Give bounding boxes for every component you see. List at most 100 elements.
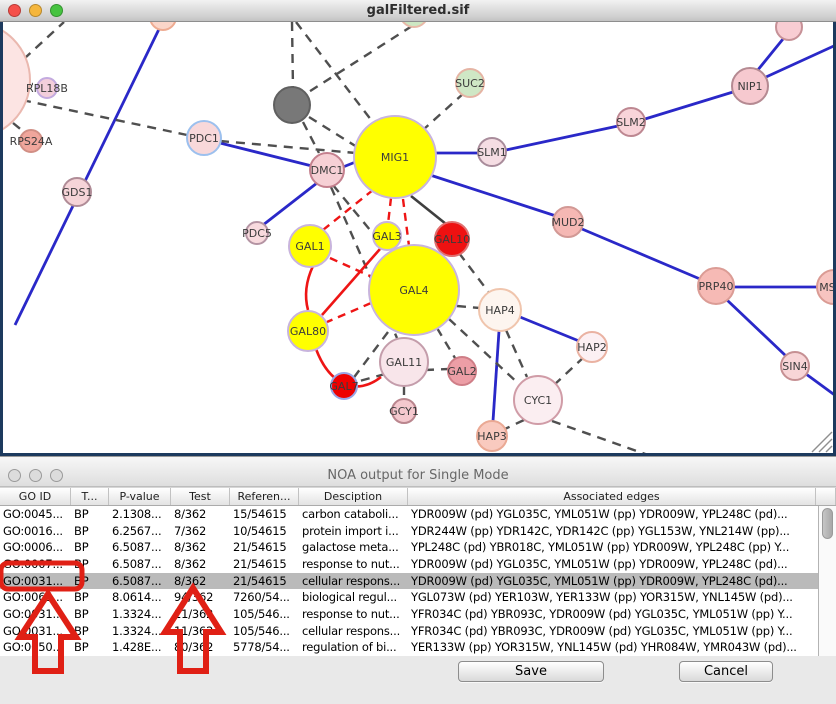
cell-description: biological regul... [299, 589, 408, 606]
column-header-edges[interactable]: Associated edges [408, 488, 816, 505]
noa-window-titlebar[interactable]: NOA output for Single Mode [0, 457, 836, 487]
node-GAL3[interactable]: GAL3 [372, 222, 401, 250]
cell-p_value: 1.3324... [109, 623, 171, 640]
edge-pd[interactable] [437, 328, 455, 358]
node-pink-topleft[interactable] [150, 22, 176, 30]
node-gray-node[interactable] [274, 87, 310, 123]
node-GDS1[interactable]: GDS1 [62, 178, 93, 206]
node-GAL7[interactable]: GAL7 [329, 373, 358, 399]
table-row[interactable]: GO:0045...BP2.1308...8/36215/54615carbon… [0, 506, 818, 523]
node-GAL80[interactable]: GAL80 [288, 311, 328, 351]
edge-pd[interactable] [22, 100, 187, 135]
node-GAL11[interactable]: GAL11 [380, 338, 428, 386]
node-GCY1[interactable]: GCY1 [389, 399, 419, 423]
table-row[interactable]: GO:0031...BP6.5087...8/36221/54615cellul… [0, 573, 818, 590]
node-SLM2[interactable]: SLM2 [616, 108, 646, 136]
node-label: MSL1 [819, 281, 836, 294]
cell-reference: 105/546... [230, 606, 299, 623]
edge-pd[interactable] [309, 117, 357, 147]
node-MSL1[interactable]: MSL1 [817, 270, 836, 304]
table-scrollbar-thumb[interactable] [822, 508, 833, 539]
edge-redd[interactable] [327, 303, 371, 322]
edge-pd[interactable] [13, 123, 24, 132]
edge-redd[interactable] [403, 199, 409, 246]
table-scrollbar[interactable] [818, 506, 836, 656]
table-row[interactable]: GO:0016...BP6.2567...7/36210/54615protei… [0, 523, 818, 540]
edge-pp[interactable] [506, 126, 618, 150]
edge-pp[interactable] [15, 25, 161, 325]
cell-type: BP [71, 589, 109, 606]
node-pink-topright[interactable] [776, 22, 802, 40]
edge-pd[interactable] [304, 26, 412, 95]
edge-pd[interactable] [506, 330, 527, 377]
node-PRP40[interactable]: PRP40 [698, 268, 734, 304]
network-window-titlebar[interactable]: galFiltered.sif [0, 0, 836, 22]
edge-pd[interactable] [457, 306, 480, 308]
node-green-top[interactable] [400, 22, 428, 27]
noa-output-window: NOA output for Single Mode GO IDT...P-va… [0, 456, 836, 704]
edge-red[interactable] [306, 266, 313, 310]
cell-test: 8/362 [171, 556, 230, 573]
table-row[interactable]: GO:0031...BP1.3324...11/362105/546...cel… [0, 623, 818, 640]
resize-grip-icon[interactable] [812, 432, 832, 452]
edge-pp[interactable] [493, 331, 499, 421]
edge-pp[interactable] [263, 183, 317, 225]
edge-pd[interactable] [425, 369, 449, 370]
column-header-go_id[interactable]: GO ID [0, 488, 71, 505]
network-canvas[interactable]: RPL18B RPS24A GDS1 PDC1 DMC1 MIG1 PDC5 SUC2 SLM1… [0, 22, 836, 456]
edge-pd[interactable] [292, 22, 293, 89]
node-GAL4[interactable]: GAL4 [369, 245, 459, 335]
node-GAL2[interactable]: GAL2 [447, 357, 476, 385]
node-HAP3[interactable]: HAP3 [477, 421, 507, 451]
node-SLM1[interactable]: SLM1 [477, 138, 507, 166]
edge-pp[interactable] [582, 229, 700, 279]
node-big-left[interactable] [0, 22, 30, 138]
column-header-p_value[interactable]: P-value [109, 488, 171, 505]
save-button[interactable]: Save [458, 661, 604, 682]
node-HAP4[interactable]: HAP4 [479, 289, 521, 331]
node-RPL18B[interactable]: RPL18B [26, 78, 68, 98]
node-CYC1[interactable]: CYC1 [514, 376, 562, 424]
column-header-reference[interactable]: Referen... [230, 488, 299, 505]
node-GAL10[interactable]: GAL10 [434, 222, 470, 256]
edge-pp[interactable] [520, 317, 579, 341]
node-DMC1[interactable]: DMC1 [310, 153, 344, 187]
table-row[interactable]: GO:0065...BP8.0614...94/3627260/54...bio… [0, 589, 818, 606]
node-SUC2[interactable]: SUC2 [455, 69, 485, 97]
node-SIN4[interactable]: SIN4 [781, 352, 809, 380]
cancel-button[interactable]: Cancel [679, 661, 773, 682]
edge-redd[interactable] [388, 198, 391, 224]
node-PDC5[interactable]: PDC5 [242, 222, 272, 244]
edge-pp[interactable] [806, 374, 836, 396]
edge-dark[interactable] [411, 196, 446, 224]
column-header-description[interactable]: Desciption [299, 488, 408, 505]
edge-pp[interactable] [220, 143, 312, 166]
table-row[interactable]: GO:0006...BP6.5087...8/36221/54615galact… [0, 539, 818, 556]
node-label: GAL2 [447, 365, 476, 378]
cell-p_value: 6.2567... [109, 523, 171, 540]
table-row[interactable]: GO:0031...BP1.3324...11/362105/546...res… [0, 606, 818, 623]
column-header-type[interactable]: T... [71, 488, 109, 505]
edge-pd[interactable] [505, 420, 524, 429]
table-row[interactable]: GO:0050...BP1.428E...80/3625778/54...reg… [0, 639, 818, 656]
node-HAP2[interactable]: HAP2 [577, 332, 607, 362]
node-GAL1[interactable]: GAL1 [289, 225, 331, 267]
edge-pp[interactable] [645, 92, 733, 119]
node-PDC1[interactable]: PDC1 [187, 121, 221, 155]
edge-pp[interactable] [766, 45, 836, 77]
edge-pd[interactable] [552, 421, 648, 455]
column-header-test[interactable]: Test [171, 488, 230, 505]
table-row[interactable]: GO:0007...BP6.5087...8/36221/54615respon… [0, 556, 818, 573]
node-RPS24A[interactable]: RPS24A [10, 130, 53, 152]
node-NIP1[interactable]: NIP1 [732, 68, 768, 104]
edge-pp[interactable] [727, 300, 786, 356]
edge-pp[interactable] [757, 39, 783, 71]
node-MUD2[interactable]: MUD2 [551, 207, 584, 237]
edge-pd[interactable] [424, 93, 464, 129]
edge-pd[interactable] [459, 253, 490, 294]
edge-pp[interactable] [430, 175, 556, 216]
cell-description: response to nut... [299, 606, 408, 623]
node-MIG1[interactable]: MIG1 [354, 116, 436, 198]
cell-reference: 21/54615 [230, 573, 299, 590]
edge-pd[interactable] [554, 357, 584, 385]
